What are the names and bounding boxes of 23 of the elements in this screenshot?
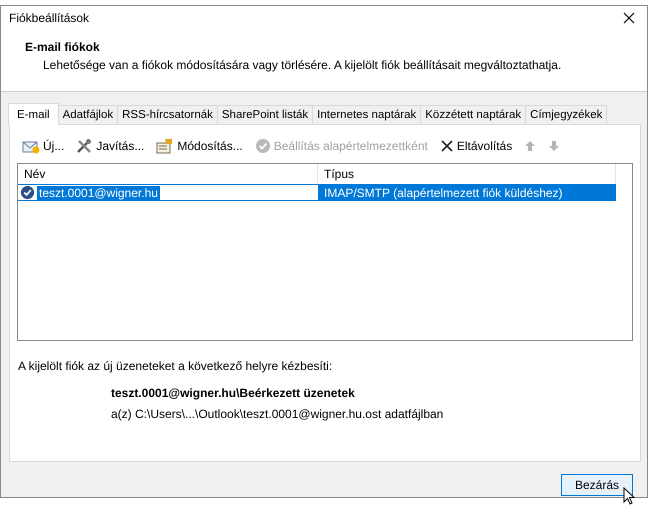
table-cell: teszt.0001@wigner.hu	[37, 186, 160, 200]
window-title: Fiókbeállítások	[9, 11, 90, 25]
toolbar-button[interactable]: Eltávolítás	[438, 138, 514, 154]
delivery-label: A kijelölt fiók az új üzeneteket a következő helyre kézbesíti:	[17, 359, 334, 373]
close-dialog-button[interactable]: Bezárás	[561, 474, 633, 496]
account-row[interactable]: teszt.0001@wigner.hu IMAP/SMTP (alapértelmezett fiók küldéshez)	[18, 184, 616, 201]
toolbar-button[interactable]: Javítás...	[74, 137, 146, 155]
remove-x-icon	[440, 139, 454, 153]
tab[interactable]: Címjegyzékek	[525, 105, 608, 124]
up-arrow-icon	[524, 140, 536, 152]
settings-card-icon	[156, 138, 174, 154]
table-cell-text: IMAP/SMTP (alapértelmezett fiók küldéshez)	[323, 186, 563, 200]
tools-icon	[76, 138, 94, 154]
tab[interactable]: E-mail	[8, 103, 59, 125]
down-arrow-icon	[548, 140, 560, 152]
toolbar-button[interactable]: Új...	[20, 137, 66, 155]
data-file-path: a(z) C:\Users\...\Outlook\teszt.0001@wigner.hu.ost adatfájlban	[111, 407, 444, 421]
header-title: E-mail fiókok	[25, 40, 101, 54]
close-icon	[623, 12, 635, 24]
header-description: Lehetősége van a fiókok módosítására vagy törlésére. A kijelölt fiók beállításait megváltoztathatja.	[43, 58, 562, 72]
toolbar-button[interactable]: Módosítás...	[154, 137, 245, 155]
delivery-folder: teszt.0001@wigner.hu\Beérkezett üzenetek	[111, 386, 356, 400]
check-circle-icon	[254, 138, 271, 154]
